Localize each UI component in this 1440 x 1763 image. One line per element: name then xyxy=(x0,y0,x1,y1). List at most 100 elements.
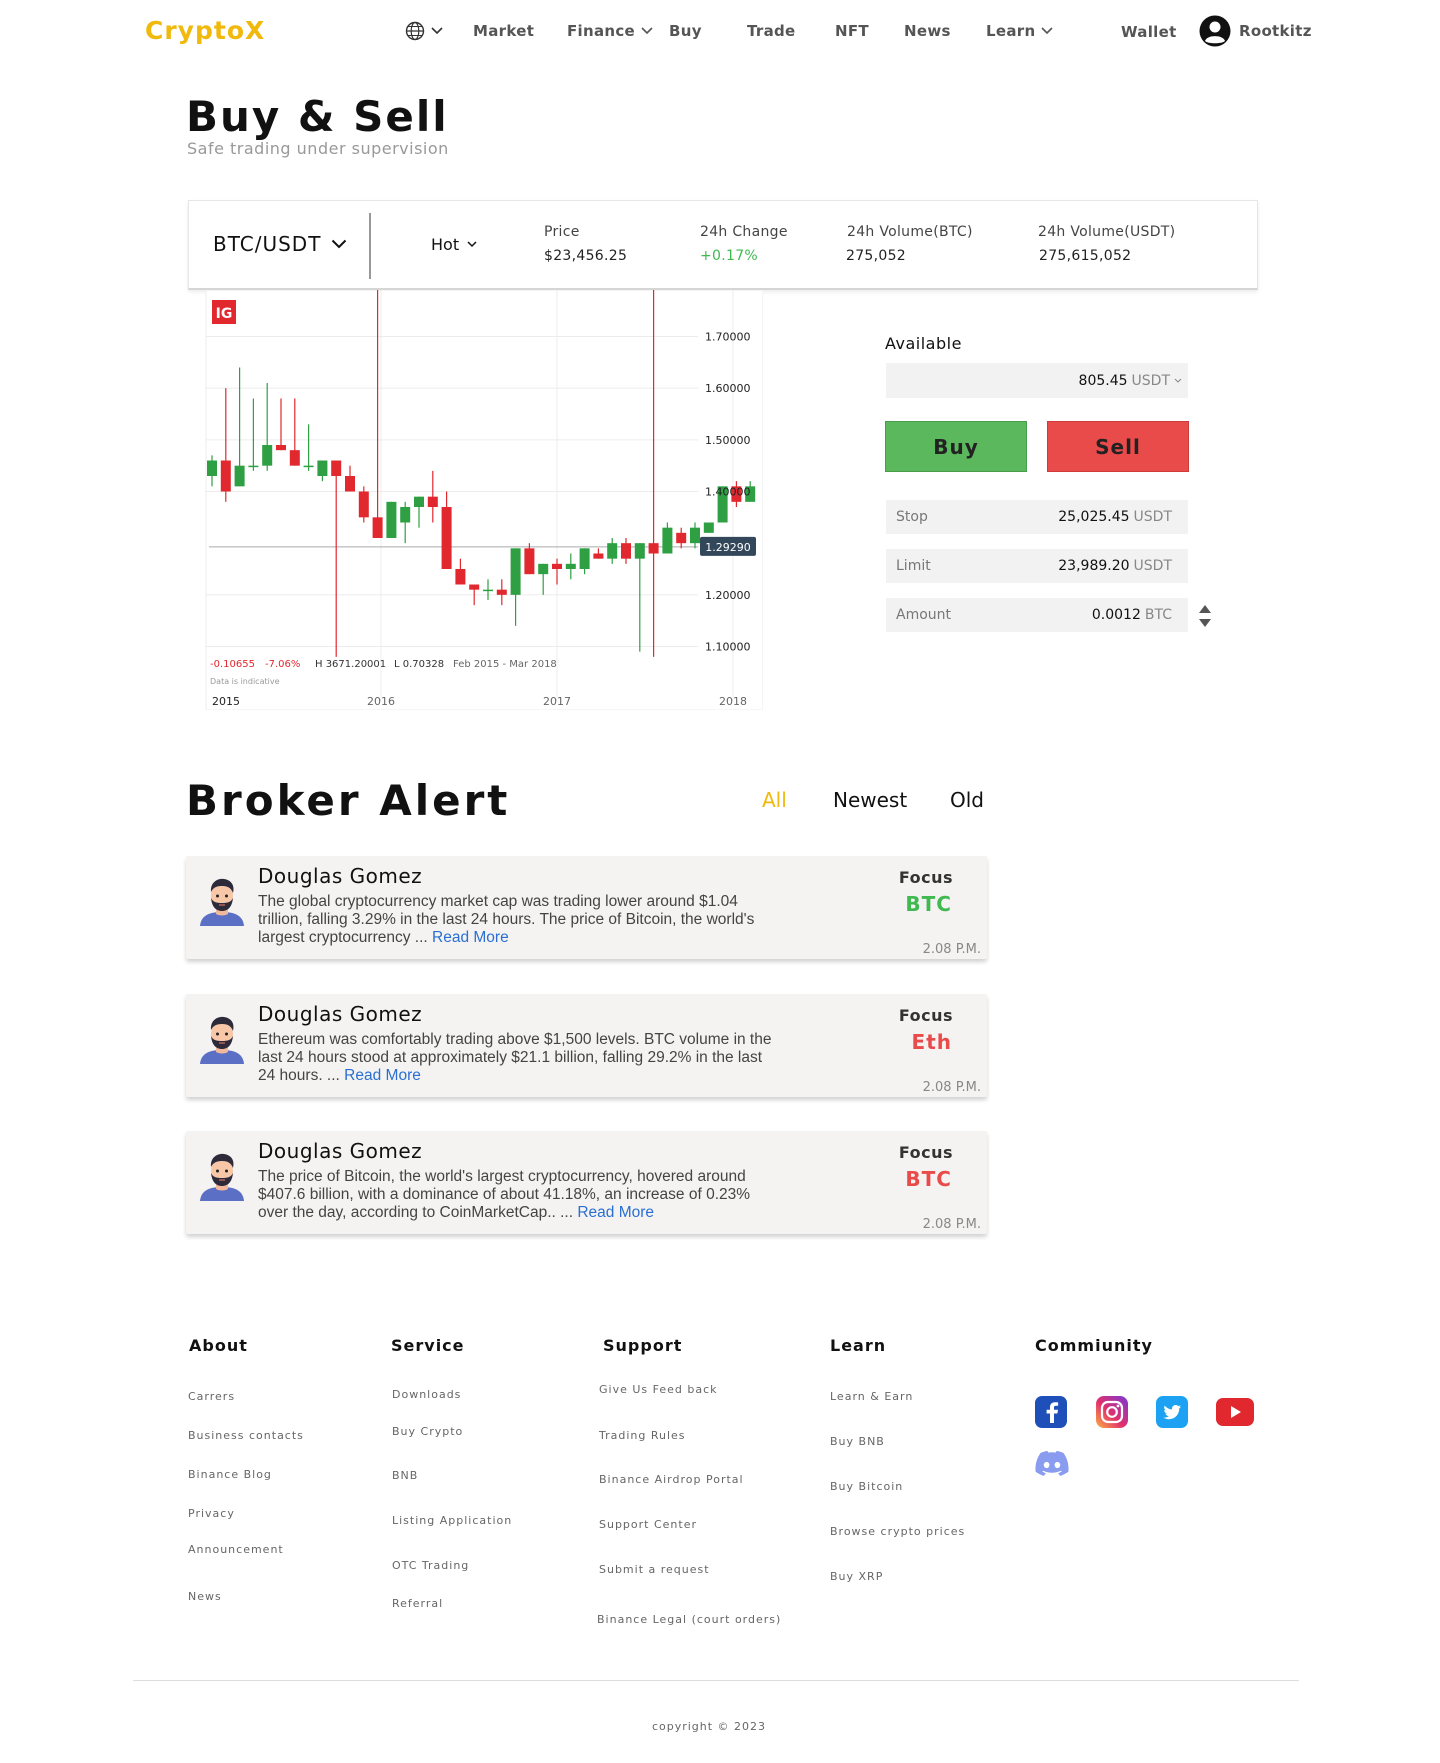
nav-item-finance[interactable]: Finance xyxy=(567,22,653,40)
footer-link[interactable]: Carrers xyxy=(188,1390,235,1403)
filter-newest[interactable]: Newest xyxy=(833,788,907,812)
alert-text: The global cryptocurrency market cap was… xyxy=(258,893,755,946)
alert-card: Douglas Gomez The global cryptocurrency m… xyxy=(186,856,987,959)
pair-selector[interactable]: BTC/USDT xyxy=(213,232,347,256)
footer-link[interactable]: Submit a request xyxy=(599,1563,710,1576)
footer-support-title: Support xyxy=(603,1336,683,1355)
info-range: Feb 2015 - Mar 2018 xyxy=(453,659,557,670)
candle-body xyxy=(441,507,452,569)
footer-link[interactable]: Binance Legal (court orders) xyxy=(597,1613,781,1626)
candle-body xyxy=(248,465,259,468)
alert-text: Ethereum was comfortably trading above $… xyxy=(258,1031,772,1084)
nav-item-trade[interactable]: Trade xyxy=(747,22,796,40)
y-tick-label: 1.50000 xyxy=(705,434,751,447)
alert-time: 2.08 P.M. xyxy=(922,1080,981,1095)
candle-body xyxy=(331,460,342,476)
current-price-label: 1.29290 xyxy=(705,541,751,554)
footer-link[interactable]: Binance Blog xyxy=(188,1468,272,1481)
footer-link[interactable]: Learn & Earn xyxy=(830,1390,913,1403)
twitter-icon[interactable] xyxy=(1156,1396,1188,1428)
wallet-link[interactable]: Wallet xyxy=(1121,23,1177,41)
user-menu[interactable]: Rootkitz xyxy=(1199,15,1312,47)
focus-coin: BTC xyxy=(905,1167,952,1191)
nav-item-buy[interactable]: Buy xyxy=(669,22,702,40)
footer-link[interactable]: OTC Trading xyxy=(392,1559,469,1572)
nav-item-learn[interactable]: Learn xyxy=(986,22,1054,40)
available-balance-select[interactable]: 805.45 USDT xyxy=(886,363,1188,398)
copyright: copyright © 2023 xyxy=(651,1720,767,1733)
info-low: L 0.70328 xyxy=(394,659,444,670)
price-chart[interactable]: 1.70000 1.60000 1.50000 1.40000 1.20000 1.100… xyxy=(188,289,764,711)
candle-body xyxy=(262,445,273,466)
discord-icon[interactable] xyxy=(1035,1450,1069,1476)
chevron-down-icon xyxy=(641,27,653,35)
y-tick-label: 1.70000 xyxy=(705,331,751,344)
amount-stepper-icon[interactable] xyxy=(1198,604,1212,628)
read-more-link[interactable]: Read More xyxy=(577,1204,654,1221)
alert-card: Douglas Gomez Ethereum was comfortably tr… xyxy=(186,994,987,1097)
available-label: Available xyxy=(885,334,962,353)
focus-coin: Eth xyxy=(911,1030,952,1054)
candle-body xyxy=(648,543,659,554)
footer-link[interactable]: BNB xyxy=(392,1469,418,1482)
language-selector[interactable] xyxy=(405,21,443,41)
candle-body xyxy=(690,527,700,544)
footer-about-title: About xyxy=(189,1336,248,1355)
footer-link[interactable]: Buy Crypto xyxy=(392,1425,463,1438)
nav-item-market[interactable]: Market xyxy=(473,22,534,40)
footer-service-title: Service xyxy=(391,1336,465,1355)
youtube-icon[interactable] xyxy=(1216,1398,1254,1426)
facebook-icon[interactable] xyxy=(1035,1396,1067,1428)
volume-btc-value: 275,052 xyxy=(846,248,906,264)
footer-link[interactable]: Business contacts xyxy=(188,1429,304,1442)
sell-button[interactable]: Sell xyxy=(1047,421,1189,472)
candle-body xyxy=(703,522,714,533)
footer-link[interactable]: Buy XRP xyxy=(830,1570,883,1583)
hot-filter-dropdown[interactable]: Hot xyxy=(431,235,477,254)
footer-link[interactable]: Support Center xyxy=(599,1518,697,1531)
amount-field[interactable]: Amount 0.0012 BTC xyxy=(886,598,1188,632)
candle-body xyxy=(234,465,245,487)
candle-body xyxy=(483,589,493,592)
candle-body xyxy=(524,548,535,575)
candle-body xyxy=(289,450,300,466)
y-tick-label: 1.60000 xyxy=(705,382,751,395)
focus-coin: BTC xyxy=(905,892,952,916)
read-more-link[interactable]: Read More xyxy=(344,1067,421,1084)
focus-label: Focus xyxy=(898,1143,953,1162)
footer-link[interactable]: Listing Application xyxy=(392,1514,512,1527)
chevron-down-icon xyxy=(431,27,443,35)
footer-link[interactable]: Privacy xyxy=(188,1507,235,1520)
footer-link[interactable]: Downloads xyxy=(392,1388,461,1401)
footer-link[interactable]: Buy BNB xyxy=(830,1435,885,1448)
footer-link[interactable]: Referral xyxy=(392,1597,443,1610)
footer-link[interactable]: Browse crypto prices xyxy=(830,1525,965,1538)
alert-card: Douglas Gomez The price of Bitcoin, the w… xyxy=(186,1131,987,1234)
footer-link[interactable]: Binance Airdrop Portal xyxy=(599,1473,744,1486)
read-more-link[interactable]: Read More xyxy=(432,929,509,946)
filter-old[interactable]: Old xyxy=(950,788,984,812)
alert-text: The price of Bitcoin, the world's larges… xyxy=(258,1168,751,1221)
footer-link[interactable]: Announcement xyxy=(188,1543,284,1556)
filter-all[interactable]: All xyxy=(762,788,787,812)
candle-body xyxy=(634,543,645,559)
candle-body xyxy=(455,569,466,585)
footer-link[interactable]: Give Us Feed back xyxy=(599,1383,718,1396)
change-label: 24h Change xyxy=(700,224,788,240)
candle-body xyxy=(538,563,549,575)
footer-link[interactable]: Trading Rules xyxy=(599,1429,686,1442)
broker-avatar xyxy=(200,1016,244,1064)
limit-field[interactable]: Limit 23,989.20 USDT xyxy=(886,549,1188,583)
volume-usdt-value: 275,615,052 xyxy=(1039,248,1132,264)
candle-body xyxy=(400,507,411,523)
focus-label: Focus xyxy=(898,1006,953,1025)
buy-button[interactable]: Buy xyxy=(885,421,1027,472)
candle-body xyxy=(220,460,231,492)
footer-link[interactable]: News xyxy=(188,1590,222,1603)
nav-item-nft[interactable]: NFT xyxy=(835,22,869,40)
brand-logo[interactable]: CryptoX xyxy=(145,16,265,45)
nav-item-news[interactable]: News xyxy=(904,22,951,40)
stop-field[interactable]: Stop 25,025.45 USDT xyxy=(886,500,1188,534)
footer-link[interactable]: Buy Bitcoin xyxy=(830,1480,903,1493)
instagram-icon[interactable] xyxy=(1096,1396,1128,1428)
